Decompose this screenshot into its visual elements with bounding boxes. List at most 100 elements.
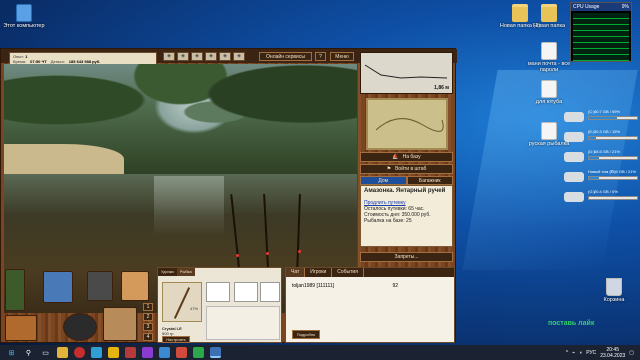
location-map[interactable] (366, 98, 448, 150)
app-icon[interactable] (193, 347, 204, 358)
tab-trunk[interactable]: Багажник (406, 176, 453, 185)
player-name: toljan1989 [111111] (292, 283, 335, 289)
computer-icon (16, 4, 32, 22)
backpack-icon[interactable] (87, 271, 113, 301)
gadget-title: CPU Usage (573, 4, 600, 10)
lang-indicator[interactable]: РУС (586, 350, 596, 356)
slot-3-button[interactable]: 3 (143, 323, 153, 331)
drive-c[interactable]: (C:) 40.7 GB / 59% (560, 108, 640, 126)
tab-events[interactable]: События (332, 268, 364, 277)
tackle-box-icon[interactable] (43, 271, 73, 303)
app-icon[interactable] (125, 347, 136, 358)
start-button[interactable]: ⊞ (6, 347, 17, 358)
document-icon (541, 42, 557, 60)
online-services-button[interactable]: Онлайн сервисы (259, 52, 312, 61)
menu-button[interactable]: Меню (330, 52, 354, 61)
bait-slot-icon[interactable]: ◈ (177, 52, 189, 61)
reel-icon[interactable] (206, 282, 230, 302)
drive-icon (564, 192, 584, 202)
drives-gadget: (C:) 40.7 GB / 59% (E:) 30.3 GB / 15% (D… (560, 108, 640, 203)
desktop-file-passwords[interactable]: мани почта - все пароли (527, 42, 571, 73)
bait-slot-icon[interactable]: ◈ (191, 52, 203, 61)
to-base-button[interactable]: ⛵ На базу (360, 152, 453, 162)
camp-icon: ⚑ (386, 166, 392, 172)
drive-detail: 72.9 GB / 21% (610, 169, 637, 174)
notifications-icon[interactable]: ▢ (629, 350, 634, 356)
drive-icon (564, 152, 584, 162)
drive-f[interactable]: Новый том (F:) 72.9 GB / 21% (560, 168, 640, 186)
game-taskbar-icon[interactable] (210, 347, 221, 358)
bait-slot-icon[interactable]: ◈ (163, 52, 175, 61)
drive-d[interactable]: (D:) 68.5 GB / 21% (560, 148, 640, 166)
desktop-file-youtube[interactable]: для ютуба (527, 80, 571, 105)
drive-icon (564, 112, 584, 122)
rod-pct: 47% (190, 306, 199, 311)
tab-chat[interactable]: Чат (286, 268, 306, 277)
chat-panel: Чат Игроки События toljan1989 [111111] 9… (285, 267, 455, 343)
slot-2-button[interactable]: 2 (143, 313, 153, 321)
media-icon[interactable] (74, 347, 85, 358)
enter-camp-button[interactable]: ⚑ Войти в штаб (360, 164, 453, 174)
desktop-folder[interactable]: Новая папка (527, 4, 571, 29)
document-icon (541, 122, 557, 140)
app-icon[interactable] (176, 347, 187, 358)
bait-slot-icon[interactable]: ◈ (233, 52, 245, 61)
depth-map[interactable]: 1,86 м (360, 52, 453, 94)
folder-icon (541, 4, 557, 22)
drive-usage-bar (588, 116, 638, 120)
tab-players[interactable]: Игроки (305, 268, 333, 277)
document-icon (541, 80, 557, 98)
base-fishing-count: Рыбалка на базе: 25 (364, 218, 412, 224)
app-icon[interactable] (142, 347, 153, 358)
task-view-icon[interactable]: ▭ (40, 347, 51, 358)
drive-detail: 30.3 GB / 15% (594, 129, 621, 134)
network-icon[interactable]: ⌁ (572, 350, 575, 356)
cooking-pot-icon[interactable] (63, 313, 97, 341)
taskbar: ⊞ ⚲ ▭ ^ ⌁ ◖ РУС 20:45 23.04.2023 ▢ (0, 345, 640, 360)
browser-icon[interactable] (108, 347, 119, 358)
drive-g[interactable]: (G:) 20.4 GB / 0% (560, 188, 640, 206)
tab-rods[interactable]: Удочки (158, 268, 177, 276)
drive-icon (564, 172, 584, 182)
this-pc-icon[interactable]: Этот компьютер (2, 4, 46, 29)
float-icon (266, 252, 269, 255)
details-button[interactable]: Подробно (292, 330, 320, 339)
bait-slot-icon[interactable]: ◈ (205, 52, 217, 61)
drive-usage-bar (588, 176, 638, 180)
hook-icon[interactable] (260, 282, 280, 302)
app-icon[interactable] (159, 347, 170, 358)
bait-slots: ◈ ◈ ◈ ◈ ◈ ◈ (163, 52, 255, 62)
desktop-icon-label: мани почта - все пароли (527, 61, 571, 73)
bait-sack-icon[interactable] (103, 307, 137, 341)
bait-slot-icon[interactable]: ◈ (219, 52, 231, 61)
line-icon[interactable] (234, 282, 258, 302)
tab-home[interactable]: Дом (360, 176, 407, 185)
player-row[interactable]: toljan1989 [111111] 92 (286, 277, 454, 289)
slot-1-button[interactable]: 1 (143, 303, 153, 311)
search-icon[interactable]: ⚲ (23, 347, 34, 358)
tab-fish[interactable]: Рыбка (176, 268, 195, 276)
file-explorer-icon[interactable] (57, 347, 68, 358)
drive-usage-bar (588, 156, 638, 160)
notebook-icon[interactable] (121, 271, 149, 301)
help-button[interactable]: ? (315, 52, 326, 61)
rod-preview[interactable] (162, 282, 202, 322)
bans-button[interactable]: Запреты... (360, 252, 453, 262)
setup-button[interactable]: Настроить (162, 336, 190, 343)
cpu-usage-gadget[interactable]: CPU Usage 9% (570, 2, 632, 62)
clock[interactable]: 20:45 23.04.2023 (600, 347, 625, 359)
drive-e[interactable]: (E:) 30.3 GB / 15% (560, 128, 640, 146)
desktop-icon-label: Корзина (603, 297, 625, 303)
base-icon: ⛵ (392, 154, 399, 160)
tray-up-icon[interactable]: ^ (566, 350, 568, 356)
desktop-icon-label: Этот компьютер (3, 23, 45, 29)
recycle-bin[interactable]: Корзина (592, 278, 636, 303)
slot-4-button[interactable]: 4 (143, 333, 153, 341)
location-info: Амазонка. Янтарный ручей Продлить путевк… (360, 185, 453, 247)
float-icon (298, 250, 301, 253)
telegram-icon[interactable] (91, 347, 102, 358)
bucket-icon[interactable] (5, 315, 37, 341)
volume-icon[interactable]: ◖ (579, 350, 582, 356)
drive-usage-fill (589, 137, 597, 139)
recycle-bin-icon (606, 278, 622, 296)
